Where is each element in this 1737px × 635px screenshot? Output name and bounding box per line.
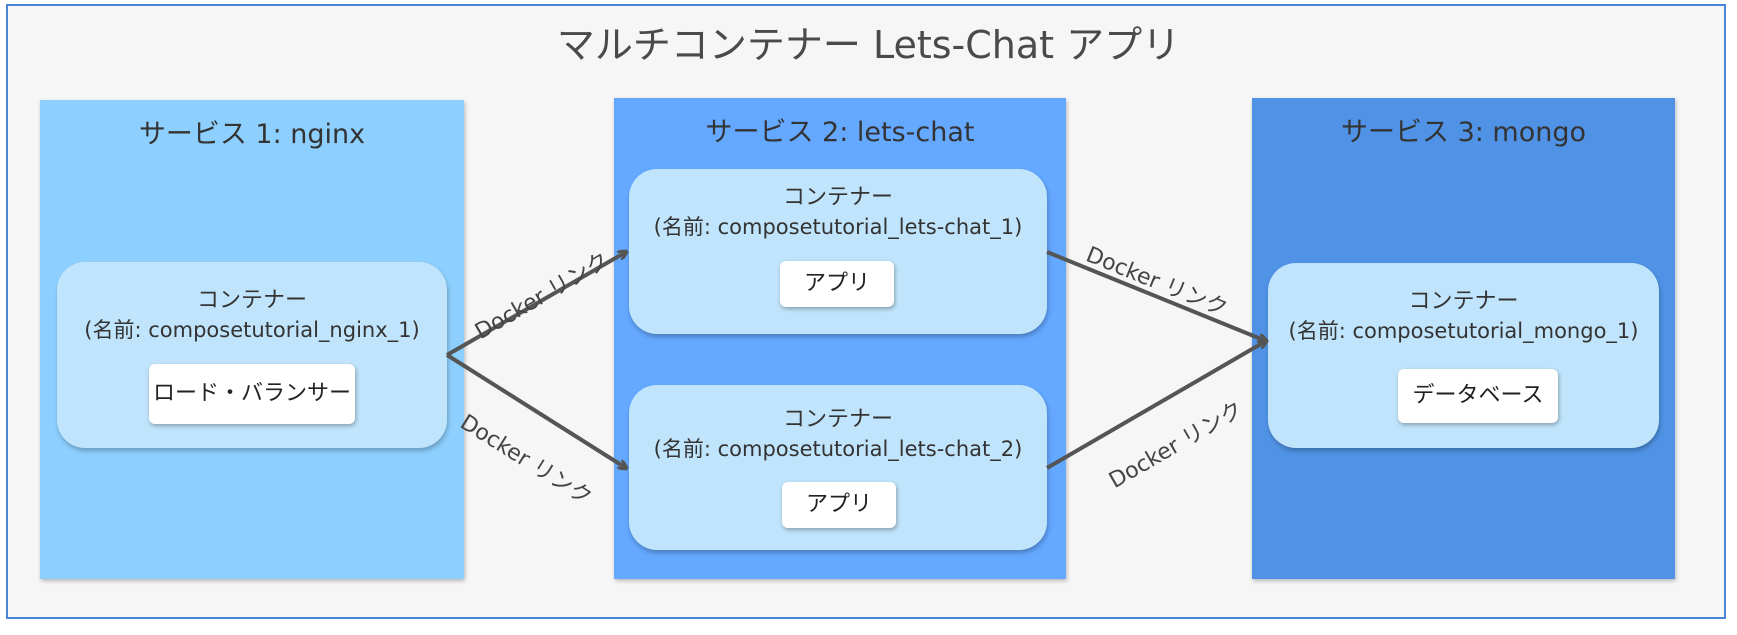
docker-link-arrows bbox=[445, 0, 1737, 635]
